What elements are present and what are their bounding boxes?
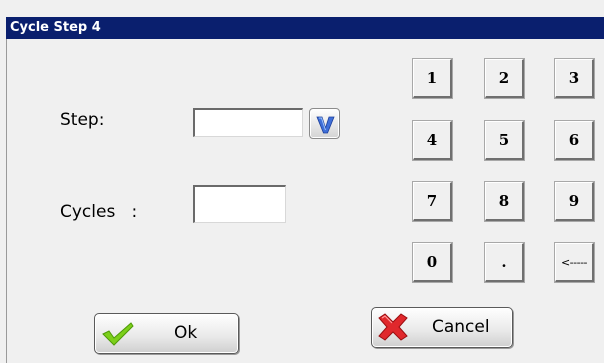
ok-button-label: Ok	[174, 323, 198, 343]
keypad-key-1[interactable]: 1	[412, 58, 453, 99]
keypad-key-9[interactable]: 9	[554, 181, 595, 222]
cycles-label: Cycles :	[60, 202, 138, 222]
window-border	[6, 39, 7, 363]
cancel-button[interactable]: Cancel	[371, 307, 513, 348]
keypad-key-0[interactable]: 0	[412, 242, 453, 283]
ok-button[interactable]: Ok	[94, 313, 239, 354]
step-field[interactable]	[193, 108, 303, 137]
keypad-key-3[interactable]: 3	[554, 58, 595, 99]
keypad-key-8[interactable]: 8	[484, 181, 525, 222]
cancel-button-label: Cancel	[432, 317, 490, 337]
keypad-key-4[interactable]: 4	[412, 120, 453, 161]
keypad-key-7[interactable]: 7	[412, 181, 453, 222]
v-dropdown-icon	[316, 116, 335, 134]
step-label: Step:	[60, 110, 105, 130]
cycle-step-dialog: Cycle Step 4 Step: Cycles : 1 2 3 4 5 6 …	[0, 0, 604, 363]
keypad-key-6[interactable]: 6	[554, 120, 595, 161]
keypad-key-backspace[interactable]: <-----	[554, 242, 595, 283]
keypad-key-decimal[interactable]: .	[484, 242, 525, 283]
keypad-key-2[interactable]: 2	[484, 58, 525, 99]
cycles-field[interactable]	[193, 185, 286, 223]
keypad-key-5[interactable]: 5	[484, 120, 525, 161]
checkmark-icon	[102, 322, 134, 346]
red-x-icon	[378, 313, 408, 341]
step-dropdown-button[interactable]	[309, 108, 340, 139]
window-title: Cycle Step 4	[6, 17, 604, 39]
